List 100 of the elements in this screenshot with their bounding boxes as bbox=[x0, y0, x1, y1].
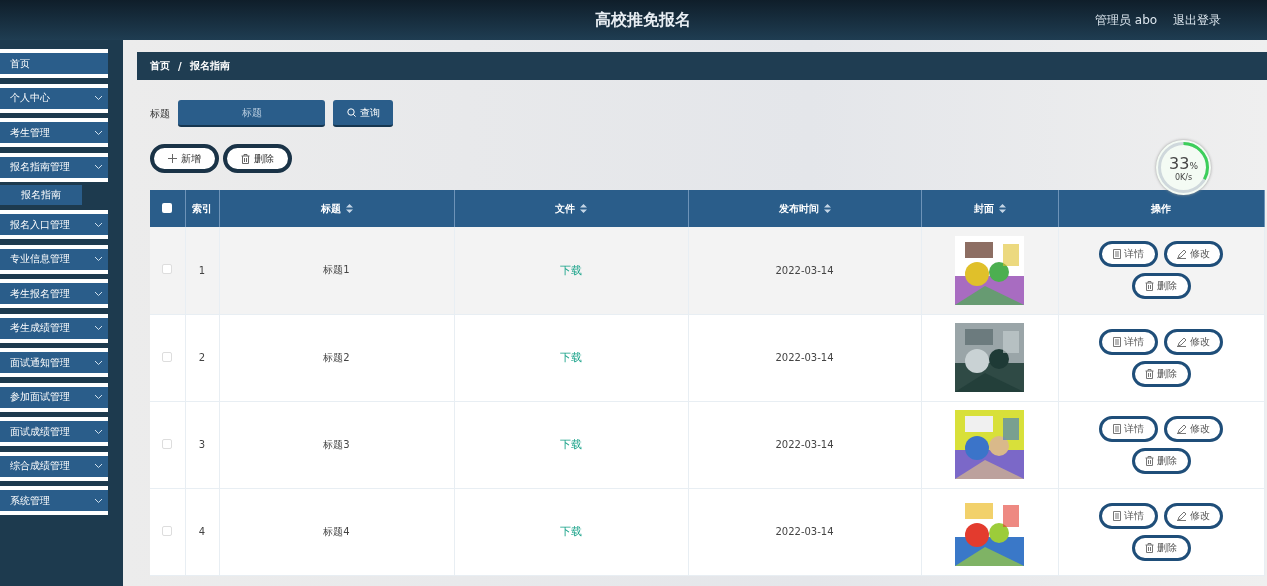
breadcrumb-item[interactable]: 首页 bbox=[150, 59, 170, 73]
chevron-icon bbox=[94, 428, 103, 435]
delete-button[interactable]: 删除 bbox=[223, 144, 292, 173]
plus-icon bbox=[168, 154, 177, 163]
delete-button[interactable]: 删除 bbox=[1131, 273, 1191, 300]
column-header[interactable]: 标题 bbox=[219, 190, 454, 227]
delete-button[interactable]: 删除 bbox=[1131, 534, 1191, 561]
trash-icon bbox=[1145, 542, 1154, 553]
search-icon bbox=[346, 108, 356, 117]
date-cell: 2022-03-14 bbox=[688, 227, 921, 314]
column-header: 操作 bbox=[1058, 190, 1264, 227]
search-label: 标题 bbox=[150, 106, 170, 121]
pencil-icon bbox=[1177, 423, 1187, 434]
detail-button[interactable]: 详情 bbox=[1099, 415, 1158, 442]
menu-item[interactable]: 个人中心 bbox=[0, 83, 108, 113]
menu-item[interactable]: 考生管理 bbox=[0, 118, 108, 147]
pencil-icon bbox=[1177, 249, 1187, 260]
edit-button[interactable]: 修改 bbox=[1164, 502, 1223, 529]
menu-item[interactable]: 考生成绩管理 bbox=[0, 313, 108, 343]
edit-button[interactable]: 修改 bbox=[1164, 328, 1223, 355]
submenu-item[interactable]: 报名指南 bbox=[0, 185, 82, 205]
menu-item[interactable]: 报名指南管理 bbox=[0, 152, 108, 182]
speed-value: 0K/s bbox=[1174, 172, 1193, 182]
progress-ring bbox=[1156, 140, 1211, 195]
column-header[interactable]: 封面 bbox=[921, 190, 1058, 227]
trash-icon bbox=[1145, 281, 1154, 292]
chevron-icon bbox=[94, 95, 103, 101]
menu-item[interactable]: 参加面试管理 bbox=[0, 382, 108, 412]
delete-button[interactable]: 删除 bbox=[1131, 360, 1191, 387]
document-icon bbox=[1113, 336, 1121, 347]
menu-item[interactable]: 报名入口管理 bbox=[0, 210, 108, 239]
search-field[interactable]: 标题 bbox=[178, 100, 325, 127]
detail-button[interactable]: 详情 bbox=[1099, 502, 1158, 529]
sort-icon[interactable] bbox=[580, 204, 587, 213]
chevron-icon bbox=[94, 463, 103, 469]
detail-button[interactable]: 详情 bbox=[1099, 241, 1158, 268]
breadcrumb-item[interactable]: 报名指南 bbox=[189, 59, 230, 73]
row-checkbox[interactable] bbox=[162, 264, 173, 275]
chevron-icon bbox=[94, 256, 103, 262]
chevron-icon bbox=[94, 129, 103, 136]
percent-unit: % bbox=[1189, 160, 1198, 171]
index-cell: 1 bbox=[185, 227, 219, 314]
chevron-icon bbox=[94, 290, 103, 297]
delete-button[interactable]: 删除 bbox=[1131, 447, 1191, 474]
trash-icon bbox=[1145, 455, 1154, 466]
index-cell: 4 bbox=[185, 488, 219, 575]
document-icon bbox=[1113, 249, 1121, 260]
speed-widget[interactable]: 33% 0K/s bbox=[1156, 140, 1211, 195]
date-cell: 2022-03-14 bbox=[688, 488, 921, 575]
chevron-icon bbox=[94, 394, 103, 400]
percent-value: 33 bbox=[1169, 153, 1190, 173]
chevron-icon bbox=[94, 497, 103, 504]
column-header: 索引 bbox=[185, 190, 219, 227]
table-row[interactable]: 4 标题4 下载 2022-03-14 详情 修改 删除 bbox=[150, 488, 1264, 575]
menu-item[interactable]: 首页 bbox=[0, 49, 108, 78]
detail-button[interactable]: 详情 bbox=[1099, 328, 1158, 355]
index-cell: 2 bbox=[185, 314, 219, 401]
breadcrumb-separator: / bbox=[178, 60, 182, 72]
menu-item[interactable]: 综合成绩管理 bbox=[0, 451, 108, 481]
edit-button[interactable]: 修改 bbox=[1164, 241, 1223, 268]
chevron-icon bbox=[94, 325, 103, 331]
title-cell: 标题3 bbox=[219, 401, 454, 488]
add-button[interactable]: 新增 bbox=[150, 144, 219, 173]
pencil-icon bbox=[1177, 336, 1187, 347]
title-cell: 标题2 bbox=[219, 314, 454, 401]
menu-item[interactable]: 面试通知管理 bbox=[0, 348, 108, 377]
select-all-checkbox[interactable] bbox=[162, 202, 173, 213]
title-cell: 标题4 bbox=[219, 488, 454, 575]
table-row[interactable]: 1 标题1 下载 2022-03-14 详情 修改 删除 bbox=[150, 227, 1264, 314]
menu-item[interactable]: 专业信息管理 bbox=[0, 244, 108, 274]
document-icon bbox=[1113, 510, 1121, 521]
pencil-icon bbox=[1177, 510, 1187, 521]
index-cell: 3 bbox=[185, 401, 219, 488]
edit-button[interactable]: 修改 bbox=[1164, 415, 1223, 442]
search-button[interactable]: 查询 bbox=[333, 100, 393, 127]
sort-icon[interactable] bbox=[823, 204, 831, 213]
logout-link[interactable]: 退出登录 bbox=[1173, 11, 1222, 29]
row-checkbox[interactable] bbox=[162, 351, 173, 362]
title-cell: 标题1 bbox=[219, 227, 454, 314]
row-checkbox[interactable] bbox=[162, 438, 173, 449]
date-cell: 2022-03-14 bbox=[688, 314, 921, 401]
user-name: 管理员 abo bbox=[1095, 11, 1158, 29]
menu-item[interactable]: 系统管理 bbox=[0, 486, 108, 515]
row-checkbox[interactable] bbox=[162, 525, 173, 536]
chevron-icon bbox=[94, 164, 103, 170]
table-row[interactable]: 2 标题2 下载 2022-03-14 详情 修改 删除 bbox=[150, 314, 1264, 401]
date-cell: 2022-03-14 bbox=[688, 401, 921, 488]
column-header[interactable]: 发布时间 bbox=[688, 190, 921, 227]
sort-icon[interactable] bbox=[998, 204, 1006, 213]
table-row[interactable]: 3 标题3 下载 2022-03-14 详情 修改 删除 bbox=[150, 401, 1264, 488]
document-icon bbox=[1113, 423, 1121, 434]
column-header[interactable]: 文件 bbox=[454, 190, 688, 227]
sort-icon[interactable] bbox=[345, 204, 353, 213]
chevron-icon bbox=[94, 359, 103, 366]
trash-icon bbox=[241, 153, 250, 164]
trash-icon bbox=[1145, 368, 1154, 379]
menu-item[interactable]: 考生报名管理 bbox=[0, 279, 108, 308]
menu-item[interactable]: 面试成绩管理 bbox=[0, 417, 108, 446]
app-title: 高校推免报名 bbox=[595, 9, 692, 31]
chevron-icon bbox=[94, 221, 103, 228]
